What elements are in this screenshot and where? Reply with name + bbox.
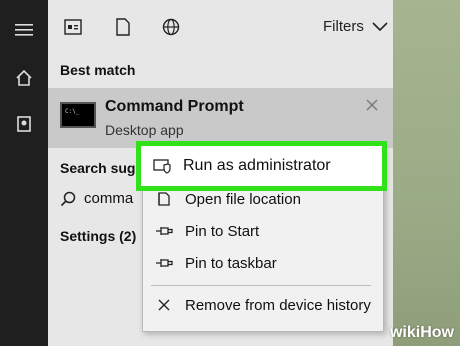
search-icon [60, 191, 76, 206]
apps-icon[interactable] [60, 14, 86, 40]
filters-dropdown[interactable]: Filters [323, 18, 388, 35]
menu-divider [151, 285, 371, 286]
start-sidebar [0, 0, 48, 346]
folder-icon [155, 191, 173, 207]
svg-text:C:\_: C:\_ [65, 108, 80, 115]
web-icon[interactable] [158, 14, 184, 40]
command-prompt-result[interactable]: C:\_ Command Prompt Desktop app [48, 88, 393, 148]
menu-item-label: Run as administrator [183, 157, 331, 174]
menu-item-label: Pin to taskbar [185, 254, 277, 272]
menu-item-pin-to-taskbar[interactable]: Pin to taskbar [143, 247, 383, 279]
shield-icon [153, 158, 171, 174]
pin-icon [155, 225, 173, 237]
filters-label: Filters [323, 18, 364, 35]
result-subtitle: Desktop app [105, 122, 184, 138]
menu-item-label: Open file location [185, 190, 301, 208]
chevron-down-icon [372, 21, 388, 31]
search-suggestion-text: comma [84, 190, 134, 207]
desktop-background [393, 0, 460, 346]
pin-icon [155, 257, 173, 269]
menu-item-pin-to-start[interactable]: Pin to Start [143, 215, 383, 247]
menu-item-open-file-location[interactable]: Open file location [143, 183, 383, 215]
menu-item-run-as-administrator[interactable]: Run as administrator [136, 141, 387, 191]
menu-item-remove-from-history[interactable]: Remove from device history [143, 289, 383, 321]
search-suggestion-item[interactable]: comma [60, 190, 133, 207]
command-prompt-icon: C:\_ [60, 102, 96, 128]
watermark-logo: wikiHow [389, 324, 454, 341]
close-icon [155, 299, 173, 311]
user-icon[interactable] [0, 106, 48, 142]
home-icon[interactable] [0, 60, 48, 96]
hamburger-icon[interactable] [0, 12, 48, 48]
menu-item-label: Pin to Start [185, 222, 260, 240]
menu-item-label: Remove from device history [185, 296, 371, 314]
result-title: Command Prompt [105, 98, 244, 115]
best-match-heading: Best match [60, 62, 136, 78]
document-icon[interactable] [110, 14, 136, 40]
search-suggestions-heading: Search sugge [60, 160, 152, 176]
settings-heading: Settings (2) [60, 228, 137, 244]
close-icon[interactable] [366, 98, 378, 116]
